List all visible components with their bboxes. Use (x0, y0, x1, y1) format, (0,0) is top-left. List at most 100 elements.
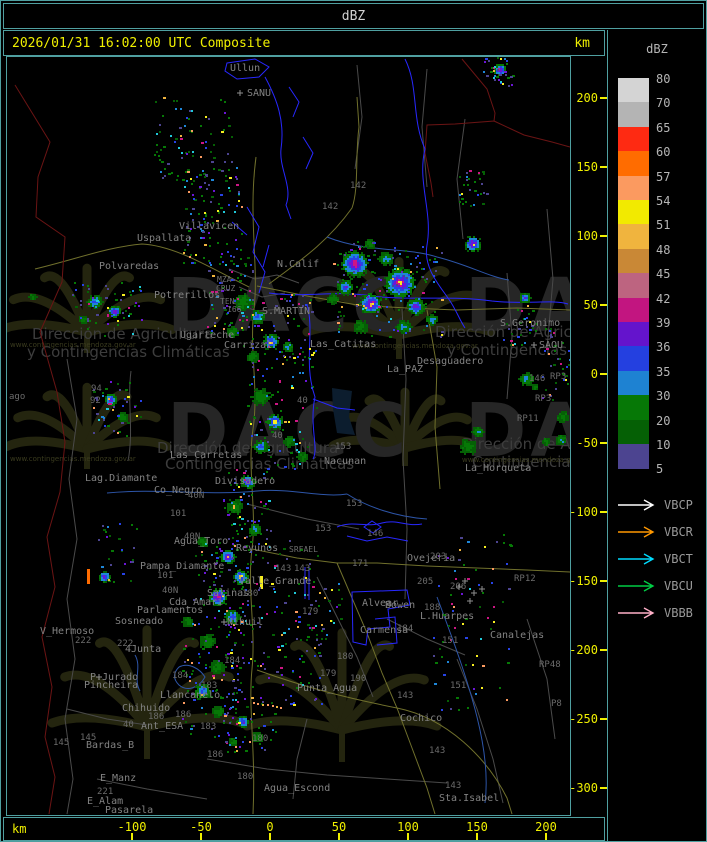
map-place-label: Sta.Isabel (439, 793, 499, 804)
dbz-swatch (618, 175, 649, 201)
map-place-label: S.Geronimo (500, 318, 560, 329)
x-axis-tick (338, 833, 340, 840)
map-place-label: 190 (350, 674, 366, 684)
y-axis-tick-label: -50 (576, 436, 598, 450)
page-title: dBZ (341, 8, 366, 24)
map-place-label: Reyunos (236, 543, 278, 554)
y-axis-tick (600, 166, 607, 168)
y-axis-tick (600, 649, 607, 651)
map-place-label: 143 (294, 564, 310, 574)
dbz-swatch (618, 151, 649, 177)
dbz-scale-label: 42 (656, 291, 671, 306)
dbz-scale-label: 10 (656, 438, 671, 452)
y-axis-tick-label: 50 (583, 298, 598, 312)
dbz-scale-label: 45 (656, 267, 671, 282)
map-line-feature (424, 58, 570, 198)
dbz-scale-label: 48 (656, 242, 671, 257)
dbz-swatch (618, 126, 649, 152)
vector-legend-row: VBCR (616, 524, 706, 540)
map-place-label: La_Horqueta (465, 463, 531, 474)
map-place-label: RP12 (514, 574, 536, 584)
map-place-label: Ant_ESA (141, 721, 183, 732)
map-line-feature (14, 84, 66, 815)
y-axis-tick (600, 580, 607, 582)
map-place-label: Nacunan (324, 456, 366, 467)
map-place-label: 146 (529, 374, 545, 384)
map-place-label: Nihuil (227, 617, 263, 628)
y-axis-tick (600, 235, 607, 237)
map-place-label: 40N (188, 491, 204, 501)
station-marker-icon (479, 586, 485, 592)
vector-legend-row: VBCU (616, 578, 706, 594)
map-place-label: Bardas_B (86, 740, 134, 751)
dbz-scale-label: 57 (656, 169, 671, 184)
map-place-label: Parlamentos (137, 605, 203, 616)
map-place-label: 101 (157, 571, 173, 581)
x-axis-tick (545, 833, 547, 840)
map-line-feature (288, 86, 314, 170)
vector-label: VBCU (664, 579, 693, 593)
map-place-label: P8 (551, 699, 562, 709)
dbz-scale-label: 36 (656, 340, 671, 355)
y-axis-tick (600, 442, 607, 444)
map-place-label: S.MARTIN (262, 306, 310, 317)
y-axis-tick (600, 97, 607, 99)
map-place-label: Llancanelo (160, 690, 220, 701)
map-place-label: 143 (445, 781, 461, 791)
vector-legend-row: VBCT (616, 551, 706, 567)
map-place-label: N.Calif (277, 259, 319, 270)
map-place-label: Ullun (230, 63, 260, 74)
dbz-swatch (618, 78, 649, 103)
map-place-label: 143 (429, 746, 445, 756)
vector-label: VBCT (664, 552, 693, 566)
radar-map-canvas: DACCDACCDACCDACCDirección de Agricultura… (7, 57, 570, 815)
y-axis-tick-label: -100 (569, 505, 598, 519)
map-place-label: 40N (184, 532, 200, 542)
map-place-label: SAOU (539, 340, 563, 351)
map-line-feature (106, 489, 348, 496)
map-place-label: Carrizal (224, 340, 272, 351)
map-place-label: 101 (170, 509, 186, 519)
map-place-label: Ugarteche (180, 330, 234, 341)
map-place-label: 184 (224, 656, 240, 666)
x-axis-unit-label: km (12, 822, 27, 836)
map-place-label: Punta_Agua (297, 683, 357, 694)
y-axis-tick (600, 511, 607, 513)
radar-map[interactable]: DACCDACCDACCDACCDirección de Agricultura… (6, 56, 571, 816)
map-place-label: 183 (200, 722, 216, 732)
map-place-label: Bowen (385, 600, 415, 611)
y-axis-tick-label: 0 (590, 367, 598, 381)
x-axis-tick-label: -50 (190, 820, 212, 834)
map-place-label: 171 (352, 559, 368, 569)
x-axis-tick (407, 833, 409, 840)
x-axis-tick-label: 0 (266, 820, 274, 834)
map-place-label: Lag.Diamante (85, 473, 157, 484)
map-place-label: Desaguadero (417, 356, 483, 367)
x-axis: km -100 -50 0 50 100 150 200 (3, 817, 605, 841)
map-place-label: 40 (297, 396, 308, 406)
map-place-label: SRFAEL (289, 545, 318, 554)
map-place-label: Las_Carretas (170, 450, 242, 461)
map-place-label: Pincheira (84, 680, 138, 691)
vector-label: VBCR (664, 525, 693, 539)
dbz-scale-label: 60 (656, 145, 671, 160)
x-axis-tick-label: 200 (535, 820, 557, 834)
map-place-label: 180 (252, 734, 268, 744)
dbz-scale-label: 51 (656, 218, 671, 233)
map-place-label: 222 (75, 636, 91, 646)
y-axis-unit-label: km (574, 35, 590, 51)
dbz-scale-label: 80 (656, 72, 671, 86)
watermark-url: www.contingencias.mendoza.gov.ar (10, 455, 136, 463)
map-place-label: 142 (322, 202, 338, 212)
x-axis-tick (131, 833, 133, 840)
dbz-scale-label: 39 (656, 316, 671, 330)
map-place-label: Sosneado (115, 616, 163, 627)
y-axis-tick-label: -150 (569, 574, 598, 588)
map-place-label: 40N (162, 586, 178, 596)
y-axis-tick-label: 150 (576, 160, 598, 174)
map-place-label: MZA (217, 275, 232, 284)
dbz-swatch (618, 248, 649, 274)
map-place-label: RP11 (517, 414, 539, 424)
map-place-label: 180 (337, 652, 353, 662)
map-place-label: 179 (320, 669, 336, 679)
